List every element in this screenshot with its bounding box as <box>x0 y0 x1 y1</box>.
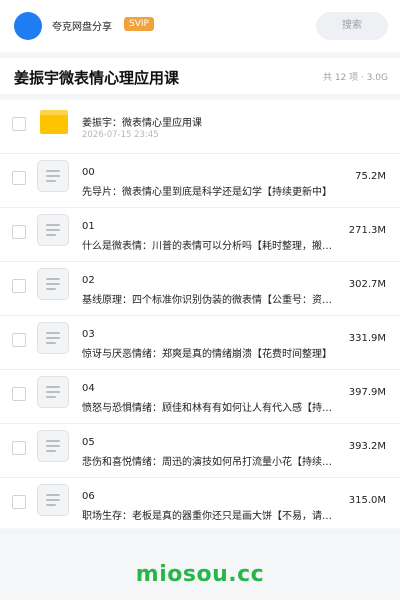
folder-date: 2026-07-15 23:45 <box>82 130 159 140</box>
file-title: 先导片：微表情心里到底是科学还是幻学【持续更新中】 <box>82 187 332 198</box>
file-index: 02 <box>82 275 95 286</box>
row-checkbox[interactable] <box>12 333 26 347</box>
row-checkbox[interactable] <box>12 225 26 239</box>
svip-badge: SVIP <box>124 17 154 31</box>
file-size: 302.7M <box>348 279 386 290</box>
folder-name: 姜振宇：微表情心里应用课 <box>82 118 202 129</box>
file-title: 愤怒与恐惧情绪：顾佳和林有有如何让人有代入感【持续更新】 <box>82 403 340 414</box>
row-checkbox[interactable] <box>12 441 26 455</box>
document-icon <box>37 430 69 462</box>
file-list: 姜振宇：微表情心里应用课 2026-07-15 23:45 00 先导片：微表情… <box>0 100 400 532</box>
file-size: 75.2M <box>355 171 386 182</box>
page-title: 姜振宇微表情心理应用课 <box>14 69 180 87</box>
file-index: 05 <box>82 437 95 448</box>
folder-icon <box>40 110 68 134</box>
search-button[interactable]: 搜索 <box>316 12 388 40</box>
file-size: 315.0M <box>348 495 386 506</box>
file-row[interactable]: 05 悲伤和喜悦情绪：周迅的演技如何吊打流量小花【持续更新】 393.2M <box>0 424 400 478</box>
document-icon <box>37 322 69 354</box>
file-title: 什么是微表情：川普的表情可以分析吗【耗时整理，搬运可耻】 <box>82 241 340 252</box>
document-icon <box>37 376 69 408</box>
file-row[interactable]: 02 基线原理：四个标准你识别伪装的微表情【公重号：资源分享】 302.7M <box>0 262 400 316</box>
file-size: 331.9M <box>348 333 386 344</box>
folder-meta: 共 12 项 · 3.0G <box>322 73 388 83</box>
folder-title-bar: 姜振宇微表情心理应用课 共 12 项 · 3.0G <box>0 58 400 94</box>
file-index: 01 <box>82 221 95 232</box>
row-checkbox[interactable] <box>12 171 26 185</box>
document-icon <box>37 484 69 516</box>
file-row[interactable]: 01 什么是微表情：川普的表情可以分析吗【耗时整理，搬运可耻】 271.3M <box>0 208 400 262</box>
row-checkbox[interactable] <box>12 495 26 509</box>
file-title: 悲伤和喜悦情绪：周迅的演技如何吊打流量小花【持续更新】 <box>82 457 340 468</box>
folder-row[interactable]: 姜振宇：微表情心里应用课 2026-07-15 23:45 <box>0 100 400 154</box>
document-icon <box>37 160 69 192</box>
row-checkbox[interactable] <box>12 279 26 293</box>
site-watermark: miosou.cc <box>135 562 265 587</box>
file-row[interactable]: 04 愤怒与恐惧情绪：顾佳和林有有如何让人有代入感【持续更新】 397.9M <box>0 370 400 424</box>
share-username: 夸克网盘分享 <box>52 22 112 33</box>
file-size: 397.9M <box>348 387 386 398</box>
row-checkbox[interactable] <box>12 117 26 131</box>
file-index: 06 <box>82 491 95 502</box>
file-row[interactable]: 06 职场生存：老板是真的器重你还只是画大饼【不易，请珍惜】 315.0M <box>0 478 400 532</box>
top-header: 夸克网盘分享 SVIP 搜索 <box>0 0 400 52</box>
file-title: 职场生存：老板是真的器重你还只是画大饼【不易，请珍惜】 <box>82 511 340 522</box>
user-avatar[interactable] <box>14 12 42 40</box>
file-row[interactable]: 00 先导片：微表情心里到底是科学还是幻学【持续更新中】 75.2M <box>0 154 400 208</box>
file-index: 04 <box>82 383 95 394</box>
file-title: 基线原理：四个标准你识别伪装的微表情【公重号：资源分享】 <box>82 295 340 306</box>
file-size: 271.3M <box>348 225 386 236</box>
row-checkbox[interactable] <box>12 387 26 401</box>
file-index: 00 <box>82 167 95 178</box>
file-size: 393.2M <box>348 441 386 452</box>
document-icon <box>37 214 69 246</box>
file-title: 惊讶与厌恶情绪：郑爽是真的情绪崩溃【花费时间整理】 <box>82 349 332 360</box>
document-icon <box>37 268 69 300</box>
file-index: 03 <box>82 329 95 340</box>
file-row[interactable]: 03 惊讶与厌恶情绪：郑爽是真的情绪崩溃【花费时间整理】 331.9M <box>0 316 400 370</box>
